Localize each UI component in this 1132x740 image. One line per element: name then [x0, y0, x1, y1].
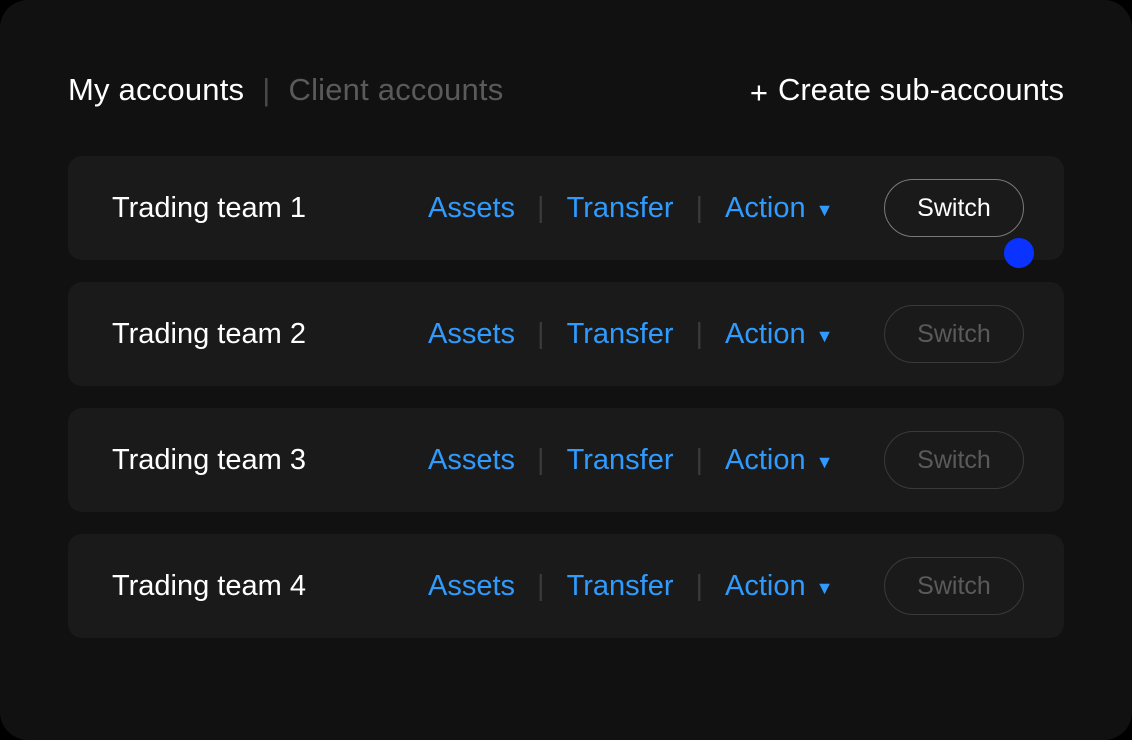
caret-down-icon: ▼: [816, 200, 834, 221]
account-type-tabs: My accounts | Client accounts: [68, 72, 503, 108]
action-dropdown[interactable]: Action ▼: [725, 318, 833, 351]
link-separator: |: [695, 192, 703, 225]
switch-button[interactable]: Switch: [884, 305, 1024, 363]
action-dropdown-label: Action: [725, 318, 806, 351]
action-dropdown[interactable]: Action ▼: [725, 444, 833, 477]
account-actions: Assets | Transfer | Action ▼: [428, 192, 884, 225]
caret-down-icon: ▼: [816, 452, 834, 473]
link-separator: |: [537, 444, 545, 477]
account-row: Trading team 2 Assets | Transfer | Actio…: [68, 282, 1064, 386]
account-row: Trading team 1 Assets | Transfer | Actio…: [68, 156, 1064, 260]
plus-icon: +: [750, 77, 768, 108]
account-name: Trading team 2: [112, 318, 428, 351]
link-separator: |: [695, 444, 703, 477]
account-row: Trading team 3 Assets | Transfer | Actio…: [68, 408, 1064, 512]
assets-link[interactable]: Assets: [428, 318, 515, 351]
transfer-link[interactable]: Transfer: [567, 318, 674, 351]
action-dropdown[interactable]: Action ▼: [725, 570, 833, 603]
transfer-link[interactable]: Transfer: [567, 444, 674, 477]
caret-down-icon: ▼: [816, 578, 834, 599]
action-dropdown-label: Action: [725, 192, 806, 225]
transfer-link[interactable]: Transfer: [567, 570, 674, 603]
accounts-panel: My accounts | Client accounts + Create s…: [0, 0, 1132, 740]
account-actions: Assets | Transfer | Action ▼: [428, 570, 884, 603]
account-name: Trading team 1: [112, 192, 428, 225]
action-dropdown-label: Action: [725, 570, 806, 603]
assets-link[interactable]: Assets: [428, 444, 515, 477]
create-sub-accounts-button[interactable]: + Create sub-accounts: [750, 72, 1064, 108]
switch-button[interactable]: Switch: [884, 557, 1024, 615]
caret-down-icon: ▼: [816, 326, 834, 347]
link-separator: |: [537, 192, 545, 225]
account-name: Trading team 4: [112, 570, 428, 603]
link-separator: |: [695, 318, 703, 351]
assets-link[interactable]: Assets: [428, 192, 515, 225]
action-dropdown-label: Action: [725, 444, 806, 477]
tab-my-accounts[interactable]: My accounts: [68, 72, 244, 108]
link-separator: |: [537, 318, 545, 351]
panel-header: My accounts | Client accounts + Create s…: [68, 72, 1064, 108]
account-actions: Assets | Transfer | Action ▼: [428, 444, 884, 477]
active-indicator-dot: [1004, 238, 1034, 268]
tab-client-accounts[interactable]: Client accounts: [288, 72, 503, 108]
accounts-list: Trading team 1 Assets | Transfer | Actio…: [68, 156, 1064, 638]
account-name: Trading team 3: [112, 444, 428, 477]
link-separator: |: [695, 570, 703, 603]
transfer-link[interactable]: Transfer: [567, 192, 674, 225]
link-separator: |: [537, 570, 545, 603]
account-row: Trading team 4 Assets | Transfer | Actio…: [68, 534, 1064, 638]
tab-separator: |: [262, 72, 270, 108]
create-sub-accounts-label: Create sub-accounts: [778, 72, 1064, 108]
account-actions: Assets | Transfer | Action ▼: [428, 318, 884, 351]
assets-link[interactable]: Assets: [428, 570, 515, 603]
switch-button[interactable]: Switch: [884, 431, 1024, 489]
switch-button[interactable]: Switch: [884, 179, 1024, 237]
action-dropdown[interactable]: Action ▼: [725, 192, 833, 225]
